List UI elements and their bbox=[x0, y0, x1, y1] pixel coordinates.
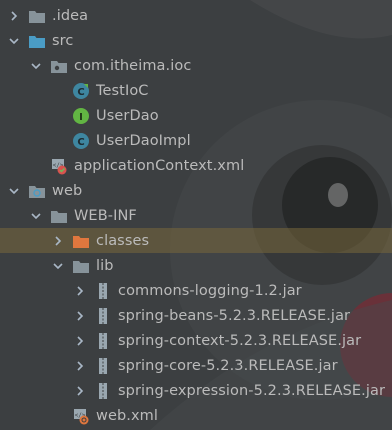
tree-item-web-xml[interactable]: </> web.xml bbox=[0, 403, 392, 428]
tree-item-jar[interactable]: commons-logging-1.2.jar bbox=[0, 278, 392, 303]
web-folder-icon bbox=[28, 182, 46, 200]
chevron-right-icon[interactable] bbox=[50, 233, 66, 249]
tree-item-label: spring-beans-5.2.3.RELEASE.jar bbox=[118, 307, 351, 324]
tree-item-label: .idea bbox=[52, 7, 89, 24]
tree-item-jar[interactable]: spring-core-5.2.3.RELEASE.jar bbox=[0, 353, 392, 378]
spring-xml-icon: </> bbox=[50, 157, 68, 175]
tree-item-label: lib bbox=[96, 257, 114, 274]
tree-item-lib[interactable]: lib bbox=[0, 253, 392, 278]
jar-icon bbox=[94, 332, 112, 350]
tree-item-label: classes bbox=[96, 232, 150, 249]
tree-item-package[interactable]: com.itheima.ioc bbox=[0, 53, 392, 78]
folder-icon bbox=[28, 7, 46, 25]
class-icon: C bbox=[72, 132, 90, 150]
chevron-right-icon[interactable] bbox=[72, 383, 88, 399]
chevron-down-icon[interactable] bbox=[50, 258, 66, 274]
tree-item-idea[interactable]: .idea bbox=[0, 3, 392, 28]
jar-icon bbox=[94, 282, 112, 300]
tree-item-testioc[interactable]: C TestIoC bbox=[0, 78, 392, 103]
tree-item-classes[interactable]: classes bbox=[0, 228, 392, 253]
class-icon: C bbox=[72, 82, 90, 100]
interface-icon: I bbox=[72, 107, 90, 125]
tree-item-userdao[interactable]: I UserDao bbox=[0, 103, 392, 128]
tree-item-label: web bbox=[52, 182, 83, 199]
tree-item-label: spring-context-5.2.3.RELEASE.jar bbox=[118, 332, 362, 349]
folder-icon bbox=[50, 207, 68, 225]
tree-item-src[interactable]: src bbox=[0, 28, 392, 53]
chevron-right-icon[interactable] bbox=[6, 8, 22, 24]
chevron-right-icon[interactable] bbox=[72, 358, 88, 374]
jar-icon bbox=[94, 357, 112, 375]
jar-icon bbox=[94, 382, 112, 400]
svg-text:C: C bbox=[77, 137, 84, 148]
tree-item-jar[interactable]: spring-beans-5.2.3.RELEASE.jar bbox=[0, 303, 392, 328]
tree-item-applicationcontext[interactable]: </> applicationContext.xml bbox=[0, 153, 392, 178]
svg-text:I: I bbox=[79, 112, 83, 123]
source-folder-icon bbox=[28, 32, 46, 50]
chevron-down-icon[interactable] bbox=[6, 33, 22, 49]
package-icon bbox=[50, 57, 68, 75]
tree-item-label: src bbox=[52, 32, 74, 49]
tree-item-label: commons-logging-1.2.jar bbox=[118, 282, 302, 299]
svg-text:C: C bbox=[77, 87, 84, 98]
jar-icon bbox=[94, 307, 112, 325]
chevron-down-icon[interactable] bbox=[6, 183, 22, 199]
chevron-right-icon[interactable] bbox=[72, 283, 88, 299]
excluded-folder-icon bbox=[72, 232, 90, 250]
tree-item-jar[interactable]: spring-expression-5.2.3.RELEASE.jar bbox=[0, 378, 392, 403]
tree-item-jar[interactable]: spring-context-5.2.3.RELEASE.jar bbox=[0, 328, 392, 353]
chevron-down-icon[interactable] bbox=[28, 58, 44, 74]
tree-item-label: UserDaoImpl bbox=[96, 132, 191, 149]
tree-item-label: web.xml bbox=[96, 407, 159, 424]
tree-item-label: spring-expression-5.2.3.RELEASE.jar bbox=[118, 382, 386, 399]
chevron-down-icon[interactable] bbox=[28, 208, 44, 224]
tree-item-userdaoimpl[interactable]: C UserDaoImpl bbox=[0, 128, 392, 153]
tree-item-label: WEB-INF bbox=[74, 207, 137, 224]
tree-item-label: com.itheima.ioc bbox=[74, 57, 192, 74]
tree-item-web[interactable]: web bbox=[0, 178, 392, 203]
folder-icon bbox=[72, 257, 90, 275]
web-xml-icon: </> bbox=[72, 407, 90, 425]
project-tree: .idea src com.itheima.ioc C TestIoC I Us… bbox=[0, 3, 392, 428]
tree-item-label: TestIoC bbox=[96, 82, 149, 99]
tree-item-web-inf[interactable]: WEB-INF bbox=[0, 203, 392, 228]
chevron-right-icon[interactable] bbox=[72, 308, 88, 324]
chevron-right-icon[interactable] bbox=[72, 333, 88, 349]
tree-item-label: UserDao bbox=[96, 107, 159, 124]
tree-item-label: spring-core-5.2.3.RELEASE.jar bbox=[118, 357, 338, 374]
tree-item-label: applicationContext.xml bbox=[74, 157, 245, 174]
